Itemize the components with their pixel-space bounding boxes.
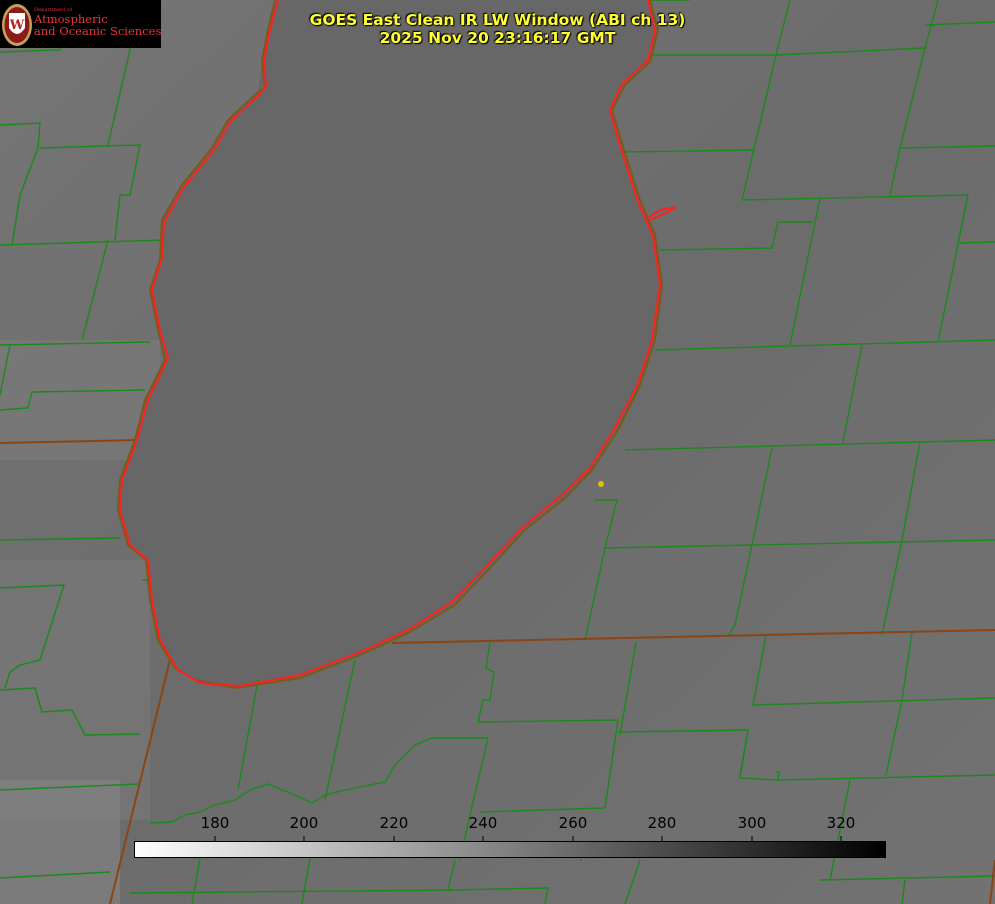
colorbar-tick: 300 [737,814,767,832]
temperature-colorbar [134,841,886,858]
colorbar-tick: 180 [200,814,230,832]
city-marker-dot [598,481,604,487]
aos-logo: W Department of Atmospheric and Oceanic … [0,0,161,48]
svg-text:W: W [9,18,25,33]
colorbar-tick: 260 [558,814,588,832]
colorbar-tick: 320 [826,814,856,832]
colorbar-tick: 240 [468,814,498,832]
uw-seal-icon: W [2,4,32,46]
colorbar-tick: 280 [647,814,677,832]
logo-text: Department of Atmospheric and Oceanic Sc… [34,7,162,39]
satellite-image [0,0,995,904]
colorbar-tick: 220 [379,814,409,832]
title-timestamp: 2025 Nov 20 23:16:17 GMT [379,29,616,47]
image-title: GOES East Clean IR LW Window (ABI ch 13)… [290,11,705,47]
colorbar-tick: 200 [289,814,319,832]
title-line-1: GOES East Clean IR LW Window (ABI ch 13) [309,11,686,29]
logo-line-2: and Oceanic Sciences [34,24,162,39]
colorbar-ticks: 180 200 220 240 260 280 300 320 [0,814,995,836]
satellite-map-view: W Department of Atmospheric and Oceanic … [0,0,995,904]
cloud-patch [0,780,120,904]
